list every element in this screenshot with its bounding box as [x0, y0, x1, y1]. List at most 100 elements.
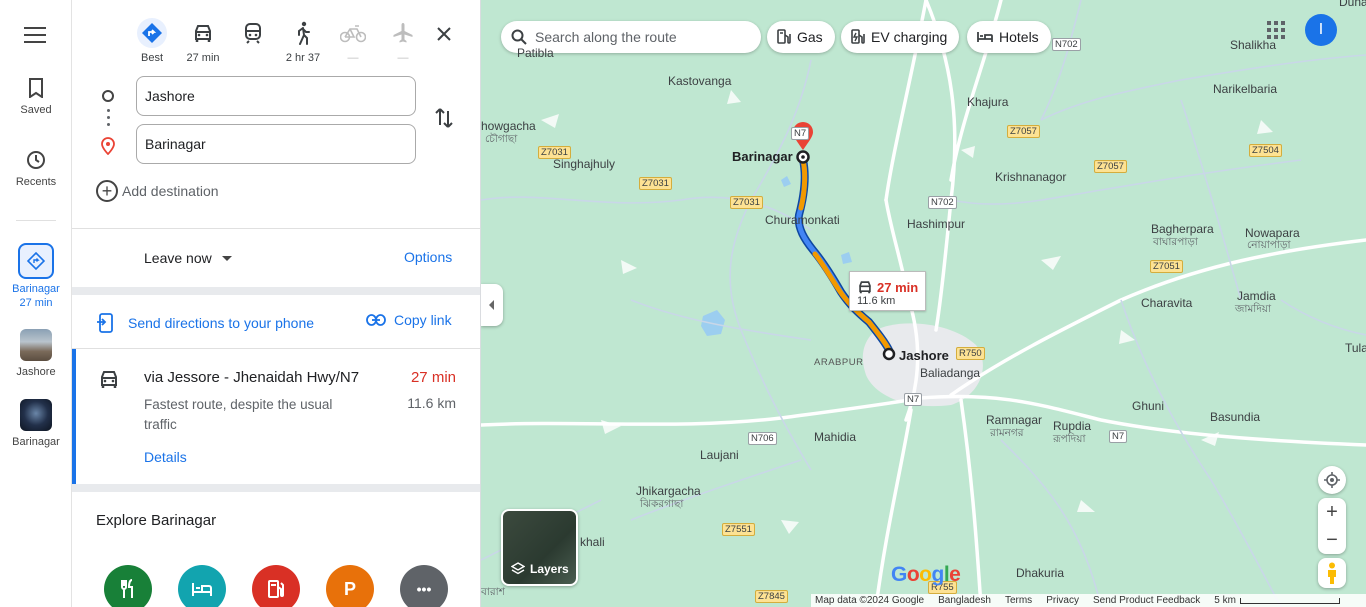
road-shield: N702 — [928, 196, 957, 209]
rail-saved[interactable]: Saved — [0, 78, 72, 116]
map-label: ARABPUR — [814, 357, 864, 368]
terms-link[interactable]: Terms — [1005, 595, 1032, 606]
swap-icon[interactable] — [432, 106, 456, 130]
road-shield: Z7057 — [1007, 125, 1040, 138]
parking-button[interactable]: P — [326, 565, 374, 607]
gas-pump-icon — [268, 580, 284, 598]
map-label: জামদিয়া — [1235, 303, 1272, 315]
mode-walking[interactable]: 2 hr 37 — [281, 18, 325, 65]
search-icon — [511, 29, 527, 45]
google-logo: Google — [891, 563, 961, 586]
gas-button[interactable] — [252, 565, 300, 607]
map[interactable]: Search along the route Gas EV charging H… — [481, 0, 1366, 607]
close-icon — [437, 27, 451, 41]
leave-now-dropdown[interactable]: Leave now — [144, 250, 232, 266]
mode-cycling[interactable]: — — [331, 18, 375, 65]
map-footer: Map data ©2024 Google Bangladesh Terms P… — [811, 594, 1366, 607]
train-icon — [245, 23, 261, 44]
mode-best[interactable]: Best — [130, 18, 174, 65]
link-icon — [366, 314, 386, 326]
account-avatar[interactable]: I — [1305, 14, 1337, 46]
options-button[interactable]: Options — [404, 249, 452, 265]
my-location-icon — [1324, 472, 1340, 488]
rail-saved-label: Saved — [20, 104, 52, 116]
copy-link-button[interactable]: Copy link — [366, 312, 452, 328]
origin-input[interactable]: Jashore — [136, 76, 416, 116]
mode-transit[interactable] — [231, 18, 275, 65]
car-icon — [101, 371, 117, 388]
map-label: Charavita — [1141, 296, 1193, 310]
add-destination-button[interactable]: + Add destination — [96, 180, 219, 202]
rail-trip-button[interactable] — [18, 243, 54, 279]
mode-cycling-time: — — [347, 52, 359, 64]
origin-marker-icon — [102, 90, 114, 102]
route-description: Fastest route, despite the usual traffic — [144, 397, 333, 432]
rail-recents[interactable]: Recents — [0, 150, 72, 188]
restaurants-button[interactable] — [104, 565, 152, 607]
map-label: Kastovanga — [668, 74, 732, 88]
feedback-link[interactable]: Send Product Feedback — [1093, 595, 1200, 606]
caret-down-icon — [221, 255, 232, 261]
jashore-thumbnail[interactable] — [20, 329, 52, 361]
destination-input[interactable]: Barinagar — [136, 124, 416, 164]
bed-icon — [977, 32, 993, 42]
route-info-callout[interactable]: 27 min 11.6 km — [849, 271, 926, 311]
route-details-link[interactable]: Details — [144, 449, 187, 465]
map-label: বাঘারপাড়া — [1153, 236, 1198, 248]
road-shield: Z7051 — [1150, 260, 1183, 273]
search-placeholder: Search along the route — [535, 29, 677, 45]
map-label: Barinagar — [732, 149, 793, 164]
rail-trip-time: 27 min — [19, 297, 53, 309]
ev-charging-chip[interactable]: EV charging — [841, 21, 960, 53]
mode-transit-time — [231, 52, 275, 65]
map-label: Laujani — [700, 448, 739, 462]
scale-bar[interactable]: 5 km — [1214, 595, 1340, 606]
history-icon — [27, 151, 45, 169]
map-label: Ramnagar — [986, 413, 1043, 427]
privacy-link[interactable]: Privacy — [1046, 595, 1079, 606]
hotels-chip[interactable]: Hotels — [967, 21, 1051, 53]
airplane-icon — [393, 23, 413, 43]
map-label: Shalikha — [1230, 38, 1277, 52]
mode-driving-time: 27 min — [186, 52, 220, 64]
gas-chip[interactable]: Gas — [767, 21, 835, 53]
map-label: Bagherpara — [1151, 222, 1214, 236]
send-to-phone-label: Send directions to your phone — [128, 315, 315, 331]
mode-driving[interactable]: 27 min — [181, 18, 225, 65]
close-directions-button[interactable] — [430, 20, 458, 48]
road-shield: N7 — [904, 393, 923, 406]
directions-panel: Best 27 min 2 hr 37 — — Jashore Barinaga… — [72, 0, 481, 607]
region-link[interactable]: Bangladesh — [938, 595, 991, 606]
road-shield: Z7057 — [1094, 160, 1127, 173]
route-option[interactable]: via Jessore - Jhenaidah Hwy/N7 27 min Fa… — [72, 349, 480, 484]
collapse-panel-button[interactable] — [481, 284, 503, 326]
apps-grid-icon[interactable] — [1267, 21, 1285, 39]
copy-link-label: Copy link — [394, 312, 452, 328]
barinagar-thumbnail[interactable] — [20, 399, 52, 431]
directions-icon — [27, 252, 45, 270]
map-label: Baliadanga — [920, 366, 981, 380]
zoom-out-icon[interactable]: − — [1326, 530, 1338, 550]
layers-button[interactable]: Layers — [501, 509, 578, 586]
pegman-icon — [1328, 562, 1336, 584]
map-label: Ghuni — [1132, 399, 1165, 413]
map-label: khali — [580, 535, 605, 549]
explore-title: Explore Barinagar — [96, 512, 217, 529]
mode-flights[interactable]: — — [381, 18, 425, 65]
rail-divider — [16, 220, 56, 221]
zoom-controls: + − — [1318, 498, 1346, 554]
section-divider — [72, 287, 480, 295]
send-to-phone-button[interactable]: Send directions to your phone — [96, 312, 314, 334]
road-shield: Z7031 — [538, 146, 571, 159]
street-view-pegman[interactable] — [1318, 558, 1346, 588]
more-button[interactable]: ••• — [400, 565, 448, 607]
my-location-button[interactable] — [1318, 466, 1346, 494]
zoom-in-icon[interactable]: + — [1326, 502, 1338, 522]
menu-icon[interactable] — [24, 27, 46, 45]
map-label: howgacha — [481, 119, 536, 133]
hotels-button[interactable] — [178, 565, 226, 607]
best-route-icon — [142, 23, 162, 43]
route-distance: 11.6 km — [407, 395, 456, 411]
layers-label: Layers — [530, 562, 569, 576]
map-label: Jhikargacha — [636, 484, 701, 498]
